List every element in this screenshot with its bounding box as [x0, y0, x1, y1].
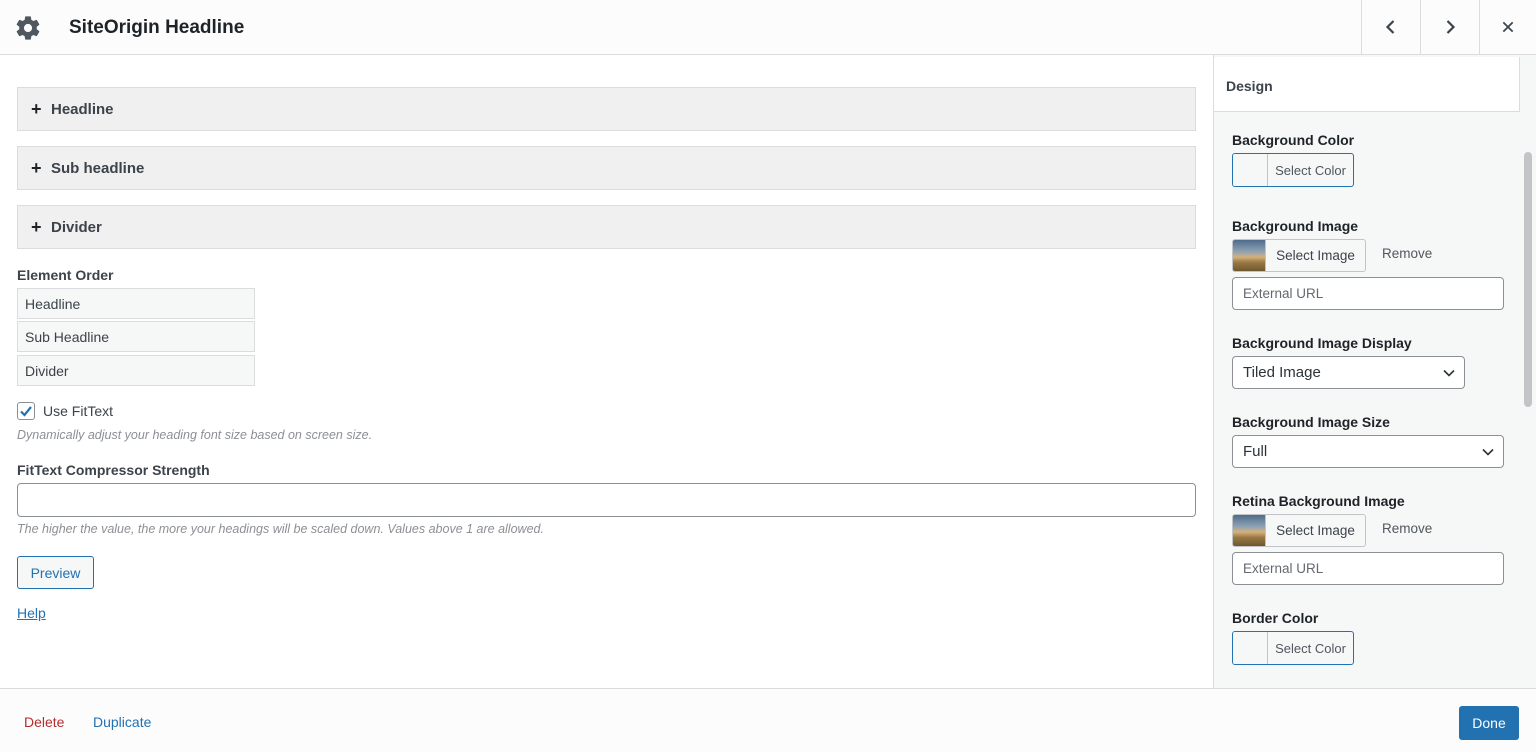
chevron-right-icon: [1446, 20, 1456, 34]
fittext-description: Dynamically adjust your heading font siz…: [17, 428, 373, 442]
plus-icon: +: [31, 158, 42, 178]
help-link[interactable]: Help: [17, 605, 46, 621]
previous-button[interactable]: [1361, 0, 1420, 54]
retina-image-url-input[interactable]: [1232, 552, 1504, 585]
border-color-label: Border Color: [1232, 610, 1319, 626]
section-headline[interactable]: + Headline: [17, 87, 1196, 131]
section-label: Headline: [51, 100, 114, 118]
preview-button[interactable]: Preview: [17, 556, 94, 589]
element-order-label: Element Order: [17, 267, 114, 283]
widget-form: + Headline + Sub headline + Divider Elem…: [0, 55, 1213, 688]
background-image-size-select[interactable]: Full: [1232, 435, 1504, 468]
image-thumbnail: [1233, 240, 1266, 271]
background-image-remove[interactable]: Remove: [1382, 246, 1432, 261]
use-fittext-label: Use FitText: [43, 403, 114, 419]
order-item-sub-headline[interactable]: Sub Headline: [17, 321, 255, 352]
select-color-label: Select Color: [1275, 162, 1346, 178]
background-color-picker[interactable]: Select Color: [1232, 153, 1354, 187]
color-swatch: [1233, 632, 1268, 664]
done-button[interactable]: Done: [1459, 706, 1519, 740]
plus-icon: +: [31, 99, 42, 119]
sidebar-title: Design: [1214, 57, 1520, 112]
retina-image-select-button[interactable]: Select Image: [1232, 514, 1366, 547]
select-value: Tiled Image: [1243, 364, 1321, 381]
chevron-left-icon: [1385, 20, 1395, 34]
background-image-display-select[interactable]: Tiled Image: [1232, 356, 1465, 389]
use-fittext-checkbox[interactable]: [17, 402, 35, 420]
background-image-select-button[interactable]: Select Image: [1232, 239, 1366, 272]
modal-header: SiteOrigin Headline: [0, 0, 1536, 55]
compressor-description: The higher the value, the more your head…: [17, 522, 544, 536]
section-label: Divider: [51, 218, 102, 236]
delete-link[interactable]: Delete: [24, 714, 64, 730]
select-image-label: Select Image: [1276, 523, 1355, 538]
background-color-label: Background Color: [1232, 132, 1355, 148]
duplicate-link[interactable]: Duplicate: [93, 714, 151, 730]
modal-title: SiteOrigin Headline: [69, 17, 245, 38]
color-swatch: [1233, 154, 1268, 186]
order-item-headline[interactable]: Headline: [17, 288, 255, 319]
compressor-strength-label: FitText Compressor Strength: [17, 462, 210, 478]
section-label: Sub headline: [51, 159, 145, 177]
background-image-url-input[interactable]: [1232, 277, 1504, 310]
design-sidebar: Design Background Color Select Color Bac…: [1213, 55, 1536, 688]
image-thumbnail: [1233, 515, 1266, 546]
background-image-display-label: Background Image Display: [1232, 335, 1412, 351]
border-color-picker[interactable]: Select Color: [1232, 631, 1354, 665]
chevron-down-icon: [1443, 369, 1455, 377]
background-image-size-label: Background Image Size: [1232, 414, 1390, 430]
plus-icon: +: [31, 217, 42, 237]
retina-background-image-label: Retina Background Image: [1232, 493, 1405, 509]
select-color-label: Select Color: [1275, 640, 1346, 656]
section-sub-headline[interactable]: + Sub headline: [17, 146, 1196, 190]
close-icon: [1502, 21, 1514, 33]
checkmark-icon: [20, 406, 32, 417]
sidebar-scrollbar[interactable]: [1524, 152, 1532, 407]
chevron-down-icon: [1482, 448, 1494, 456]
section-divider[interactable]: + Divider: [17, 205, 1196, 249]
compressor-strength-input[interactable]: [17, 483, 1196, 517]
next-button[interactable]: [1420, 0, 1479, 54]
gear-icon: [14, 14, 42, 42]
order-item-divider[interactable]: Divider: [17, 355, 255, 386]
select-image-label: Select Image: [1276, 248, 1355, 263]
retina-image-remove[interactable]: Remove: [1382, 521, 1432, 536]
background-image-label: Background Image: [1232, 218, 1359, 234]
modal-footer: Delete Duplicate Done: [0, 688, 1536, 752]
select-value: Full: [1243, 443, 1268, 460]
close-button[interactable]: [1479, 0, 1536, 54]
